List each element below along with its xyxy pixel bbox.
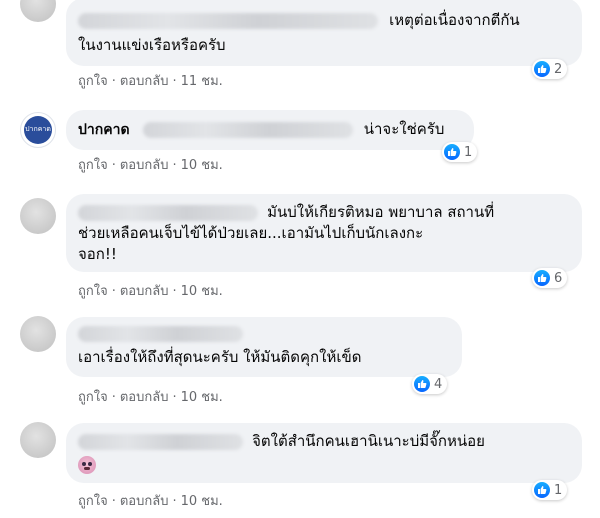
timestamp-link[interactable]: 10 ชม. (181, 158, 223, 173)
comment-actions: ถูกใจ · ตอบกลับ · 10 ชม. (78, 284, 223, 299)
timestamp-link[interactable]: 10 ชม. (181, 390, 223, 405)
reaction-summary[interactable]: 2 (532, 59, 568, 79)
comment-text-line: จิตใต้สำนึกคนเฮานิเนาะบ่มีจั๊กหน่อย (252, 432, 485, 450)
like-link[interactable]: ถูกใจ (78, 390, 108, 405)
like-link[interactable]: ถูกใจ (78, 158, 108, 173)
comment-actions: ถูกใจ · ตอบกลับ · 10 ชม. (78, 390, 223, 405)
author-name[interactable]: ปากคาด (78, 122, 130, 138)
avatar[interactable] (20, 316, 56, 352)
like-link[interactable]: ถูกใจ (78, 74, 108, 89)
comment-text-line: จอก!! (78, 245, 117, 263)
reply-link[interactable]: ตอบกลับ (120, 74, 169, 89)
comment-actions: ถูกใจ · ตอบกลับ · 10 ชม. (78, 494, 223, 509)
reply-link[interactable]: ตอบกลับ (120, 284, 169, 299)
reaction-count: 6 (554, 270, 563, 286)
avatar[interactable] (20, 198, 56, 234)
reaction-count: 1 (464, 144, 473, 160)
author-name-redacted[interactable] (78, 433, 243, 450)
author-name-redacted[interactable] (78, 204, 258, 221)
reply-link[interactable]: ตอบกลับ (120, 158, 169, 173)
author-name-redacted (142, 121, 353, 138)
reaction-summary[interactable]: 6 (532, 268, 568, 288)
reaction-summary[interactable]: 4 (412, 374, 448, 394)
comment-text-line: ช่วยเหลือคนเจ็บไข้ได้ป่วยเลย...เอามันไปเ… (78, 224, 424, 242)
comment-text-line: ในงานแข่งเรือหรือครับ (78, 36, 226, 54)
like-icon (534, 61, 550, 77)
like-icon (444, 144, 460, 160)
reaction-count: 4 (434, 376, 443, 392)
like-link[interactable]: ถูกใจ (78, 494, 108, 509)
timestamp-link[interactable]: 11 ชม. (181, 74, 223, 89)
flushed-face-icon (78, 455, 96, 474)
comment-bubble: จิตใต้สำนึกคนเฮานิเนาะบ่มีจั๊กหน่อย (66, 423, 582, 483)
comment-text-line: เหตุต่อเนื่องจากตีกัน (389, 11, 520, 29)
reaction-count: 1 (554, 482, 563, 498)
comment-text-line: น่าจะใช่ครับ (363, 120, 445, 138)
comment-actions: ถูกใจ · ตอบกลับ · 10 ชม. (78, 158, 223, 173)
like-icon (534, 482, 550, 498)
reply-link[interactable]: ตอบกลับ (120, 390, 169, 405)
reply-link[interactable]: ตอบกลับ (120, 494, 169, 509)
brand-avatar-icon[interactable]: ปากคาด (20, 112, 56, 148)
like-icon (414, 376, 430, 392)
reaction-count: 2 (554, 61, 563, 77)
comment-bubble: มันบ่ให้เกียรติหมอ พยาบาล สถานที่ ช่วยเห… (66, 194, 582, 272)
reaction-summary[interactable]: 1 (532, 480, 568, 500)
avatar[interactable] (20, 422, 56, 458)
comment-actions: ถูกใจ · ตอบกลับ · 11 ชม. (78, 74, 223, 89)
like-icon (534, 270, 550, 286)
timestamp-link[interactable]: 10 ชม. (181, 494, 223, 509)
comment-bubble: ปากคาด น่าจะใช่ครับ (66, 110, 474, 150)
comment-bubble: เหตุต่อเนื่องจากตีกัน ในงานแข่งเรือหรือค… (66, 0, 582, 66)
comment-text-line: เอาเรื่องให้ถึงที่สุดนะครับ ให้มันติดคุก… (78, 348, 362, 366)
author-name-redacted[interactable] (78, 325, 243, 342)
reaction-summary[interactable]: 1 (442, 142, 478, 162)
like-link[interactable]: ถูกใจ (78, 284, 108, 299)
timestamp-link[interactable]: 10 ชม. (181, 284, 223, 299)
avatar[interactable] (20, 0, 56, 22)
author-name-redacted[interactable] (78, 12, 378, 29)
comment-bubble: เอาเรื่องให้ถึงที่สุดนะครับ ให้มันติดคุก… (66, 317, 462, 377)
comment-text-line: มันบ่ให้เกียรติหมอ พยาบาล สถานที่ (267, 203, 495, 221)
